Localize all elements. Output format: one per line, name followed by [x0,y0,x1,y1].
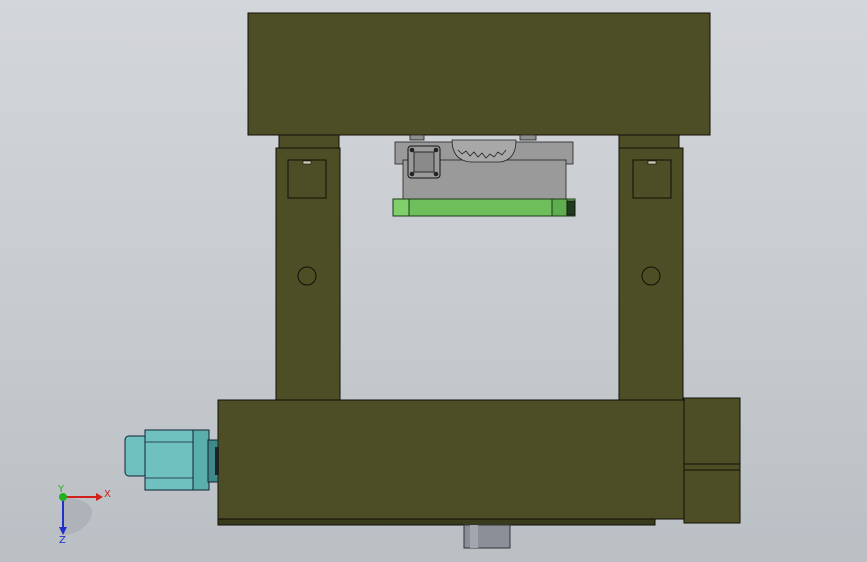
triad-shadow [62,497,93,535]
motor-body [144,429,196,491]
bearing-bolt-tl [409,147,415,153]
left-column-hole[interactable] [297,266,317,286]
left-pocket-bolt [302,160,312,165]
cad-viewport[interactable]: X Y Z [0,0,867,562]
triad-x-label: X [104,489,111,500]
right-side-block-seam [683,463,741,471]
top-crossbeam[interactable] [247,12,711,136]
mechanism-top-stubs-left [409,134,425,141]
bottom-shaft-highlight [470,525,478,548]
right-pocket-bolt [647,160,657,165]
triad-y-label: Y [57,484,65,495]
bearing-inner [413,151,435,173]
motor-coupling [215,447,219,475]
triad-z-label: Z [59,535,66,546]
bearing-bolt-br [433,171,439,177]
mechanism-top-stubs-right [519,134,537,141]
gear-segment [451,139,517,163]
base-block[interactable] [217,399,685,520]
right-shoulder-block[interactable] [618,134,680,149]
coordinate-triad: X Y Z [57,484,111,546]
green-plate[interactable] [392,198,576,217]
center-mechanism[interactable] [394,134,574,201]
motor[interactable] [124,429,219,491]
right-column-pocket [632,159,672,199]
motor-end-cap [124,435,148,477]
bearing-bolt-bl [409,171,415,177]
bearing-bolt-tr [433,147,439,153]
left-column-pocket [287,159,327,199]
green-plate-right-cap [551,198,568,217]
left-shoulder-block[interactable] [278,134,340,149]
right-side-block-upper[interactable] [683,397,741,465]
base-bottom-plate[interactable] [217,518,656,526]
motor-flange [192,429,210,491]
green-plate-end [566,200,576,216]
triad-x-arrowhead [96,493,103,501]
green-plate-body [392,198,576,217]
right-column-hole[interactable] [641,266,661,286]
green-plate-left-cap [392,198,410,217]
right-side-block-lower[interactable] [683,469,741,524]
